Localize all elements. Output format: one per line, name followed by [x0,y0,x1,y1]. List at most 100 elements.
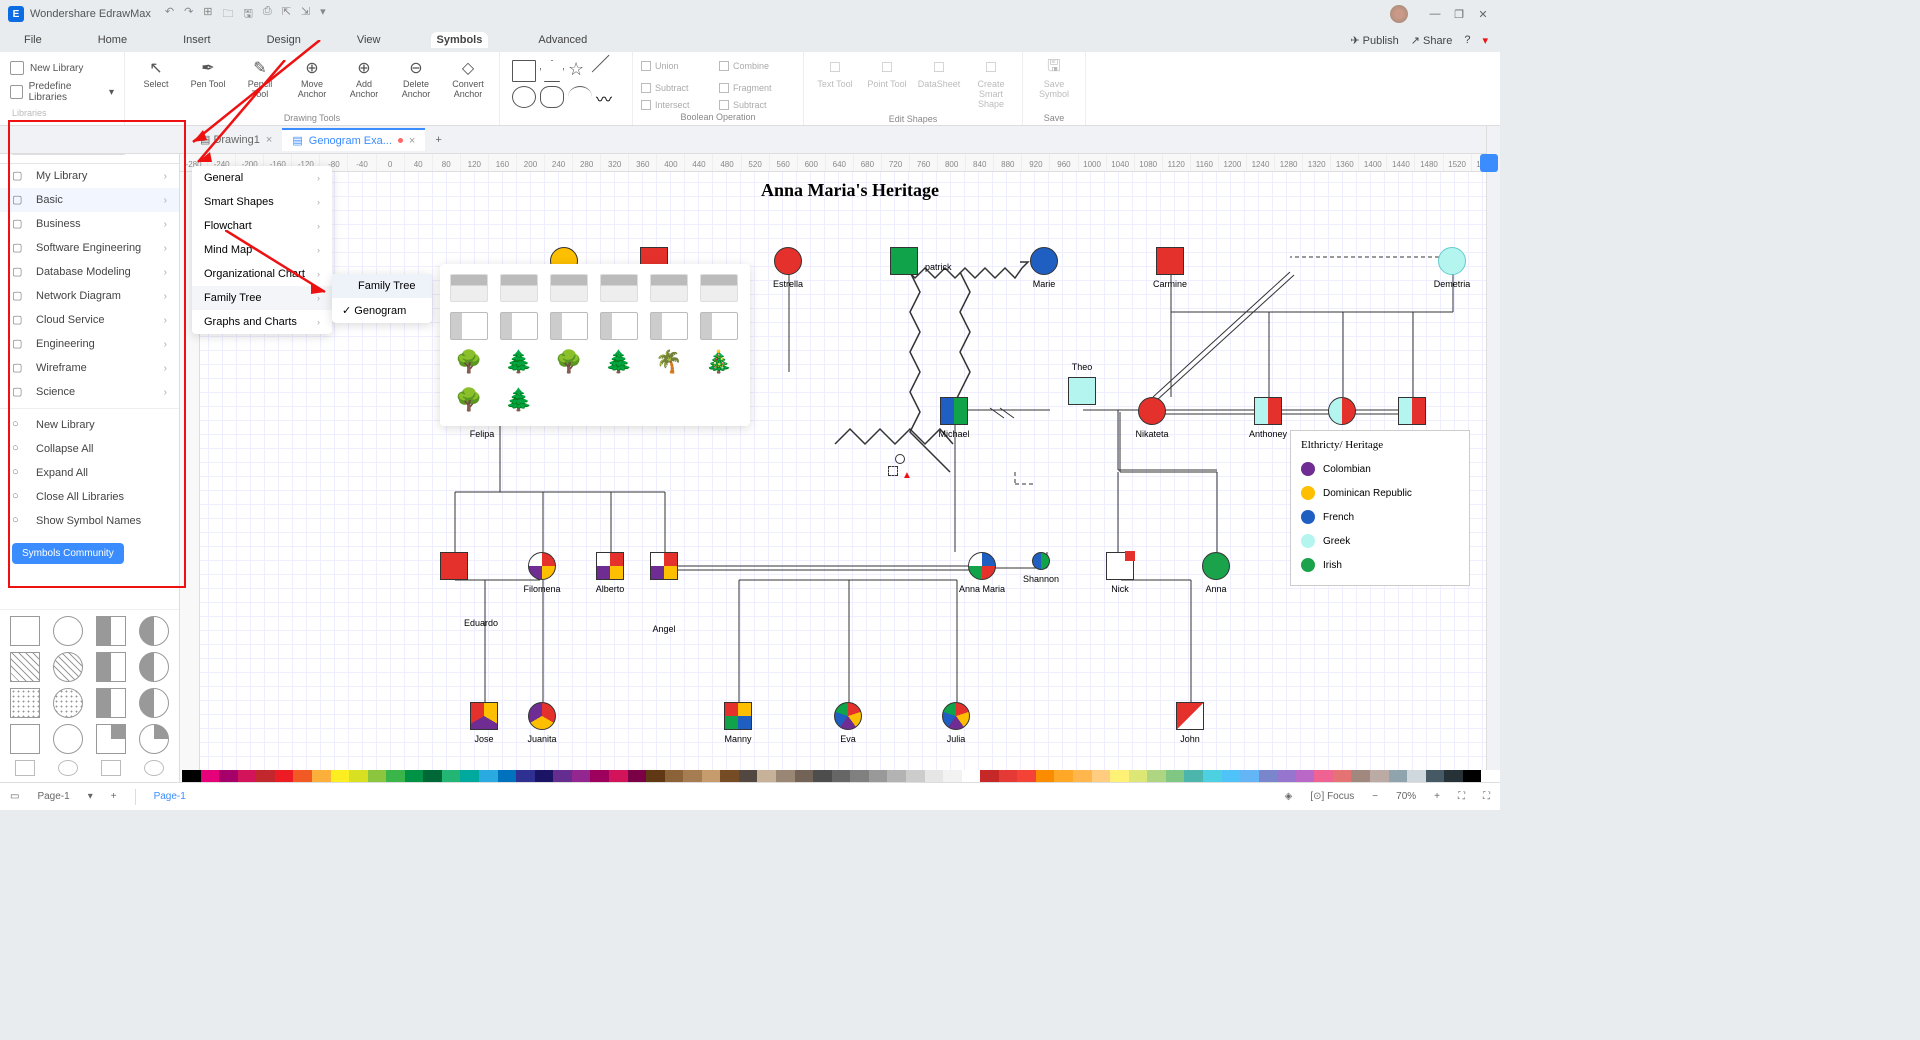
shape-thumb[interactable] [96,724,126,754]
undo-icon[interactable]: ↶ [165,5,174,24]
shape-thumb[interactable] [53,724,83,754]
family-tree-shape[interactable]: 🌳 [550,350,588,378]
color-swatch[interactable] [349,770,368,782]
color-swatch[interactable] [720,770,739,782]
submenu-graphs-and-charts[interactable]: Graphs and Charts› [192,310,332,334]
family-tree-thumbnails[interactable]: 🌳🌲🌳🌲🌴🎄🌳🌲 [440,264,750,426]
window-close[interactable]: ✕ [1474,8,1492,21]
color-swatch[interactable] [739,770,758,782]
add-page-button[interactable]: + [111,791,117,802]
color-swatch[interactable] [1147,770,1166,782]
color-swatch[interactable] [1166,770,1185,782]
node-jose[interactable]: Jose [470,702,498,730]
color-swatch[interactable] [405,770,424,782]
family-tree-shape[interactable] [650,312,688,340]
op-combine[interactable]: Combine [719,56,795,76]
family-tree-shape[interactable] [600,312,638,340]
category-engineering[interactable]: ▢Engineering› [0,332,179,356]
shape-thumb[interactable] [15,760,35,776]
color-swatch[interactable] [1426,770,1445,782]
shape-thumb[interactable] [96,652,126,682]
submenu-organizational-chart[interactable]: Organizational Chart› [192,262,332,286]
color-swatch[interactable] [479,770,498,782]
color-swatch[interactable] [275,770,294,782]
tool-point-tool[interactable]: □Point Tool [864,56,910,92]
family-tree-shape[interactable] [700,274,738,302]
color-swatch[interactable] [1370,770,1389,782]
tab-drawing1[interactable]: ▤ Drawing1 × [190,128,282,151]
color-swatch[interactable] [1017,770,1036,782]
tab-genogram exa...[interactable]: ▤ Genogram Exa... × [282,128,425,151]
color-swatch[interactable] [1259,770,1278,782]
zoom-in-button[interactable]: + [1434,791,1440,802]
color-swatch[interactable] [182,770,201,782]
shape-thumb[interactable] [96,688,126,718]
family-tree-shape[interactable] [450,274,488,302]
category-network-diagram[interactable]: ▢Network Diagram› [0,284,179,308]
family-tree-shape[interactable]: 🌳 [450,388,488,416]
color-swatch[interactable] [1444,770,1463,782]
color-swatch[interactable] [1110,770,1129,782]
submenu2-family-tree[interactable]: Family Tree [332,274,432,298]
menu-home[interactable]: Home [92,32,133,48]
pages-icon[interactable]: ▭ [10,791,19,802]
submenu-smart-shapes[interactable]: Smart Shapes› [192,190,332,214]
family-tree-shape[interactable] [700,312,738,340]
color-swatch[interactable] [1054,770,1073,782]
alert-icon[interactable]: ▾ [1482,34,1488,47]
op-subtract[interactable]: Subtract [719,100,795,110]
tool-convert-anchor[interactable]: ◇Convert Anchor [445,56,491,102]
open-icon[interactable]: 🗀 [223,5,234,24]
color-swatch[interactable] [943,770,962,782]
color-swatch[interactable] [665,770,684,782]
shape-thumb[interactable] [139,724,169,754]
submenu-mind-map[interactable]: Mind Map› [192,238,332,262]
tool-select[interactable]: ↖Select [133,56,179,92]
color-swatch[interactable] [999,770,1018,782]
node-angel[interactable]: Angel [650,552,678,580]
help-icon[interactable]: ? [1464,34,1470,46]
color-swatch[interactable] [646,770,665,782]
color-swatch[interactable] [1073,770,1092,782]
redo-icon[interactable]: ↷ [184,5,193,24]
tool-pen-tool[interactable]: ✒Pen Tool [185,56,231,92]
color-swatch[interactable] [962,770,981,782]
op-subtract[interactable]: Subtract [641,78,717,98]
new-icon[interactable]: ⊞ [203,5,212,24]
node-theo[interactable]: Theo [1068,377,1096,405]
color-swatch[interactable] [795,770,814,782]
color-swatch[interactable] [1240,770,1259,782]
node-marie[interactable]: Marie [1030,247,1058,275]
node-michael[interactable]: Michael [940,397,968,425]
node-juanita[interactable]: Juanita [528,702,556,730]
menu-symbols[interactable]: Symbols [431,32,489,48]
zoom-out-button[interactable]: − [1372,791,1378,802]
color-swatch[interactable] [832,770,851,782]
family-tree-shape[interactable]: 🌲 [600,350,638,378]
tool-delete-anchor[interactable]: ⊖Delete Anchor [393,56,439,102]
family-tree-shape[interactable]: 🌲 [500,350,538,378]
shape-thumb[interactable] [144,760,164,776]
color-swatch[interactable] [201,770,220,782]
shape-thumb[interactable] [139,688,169,718]
window-restore[interactable]: ❐ [1450,8,1468,21]
node-anna[interactable]: Anna [1202,552,1230,580]
add-tab-button[interactable]: + [425,134,451,146]
op-fragment[interactable]: Fragment [719,78,795,98]
family-tree-shape[interactable] [550,274,588,302]
shape-thumb[interactable] [101,760,121,776]
color-swatch[interactable] [776,770,795,782]
focus-toggle[interactable]: [⊙] Focus [1310,791,1354,802]
save-icon[interactable]: 🖫 [244,5,253,24]
menu-design[interactable]: Design [261,32,307,48]
shape-thumb[interactable] [58,760,78,776]
op-union[interactable]: Union [641,56,717,76]
color-swatch[interactable] [1129,770,1148,782]
color-swatch[interactable] [1351,770,1370,782]
right-panel-collapsed[interactable] [1486,126,1500,770]
color-swatch[interactable] [219,770,238,782]
color-swatch[interactable] [1389,770,1408,782]
color-swatch[interactable] [869,770,888,782]
family-tree-shape[interactable]: 🌴 [650,350,688,378]
menu-advanced[interactable]: Advanced [532,32,593,48]
